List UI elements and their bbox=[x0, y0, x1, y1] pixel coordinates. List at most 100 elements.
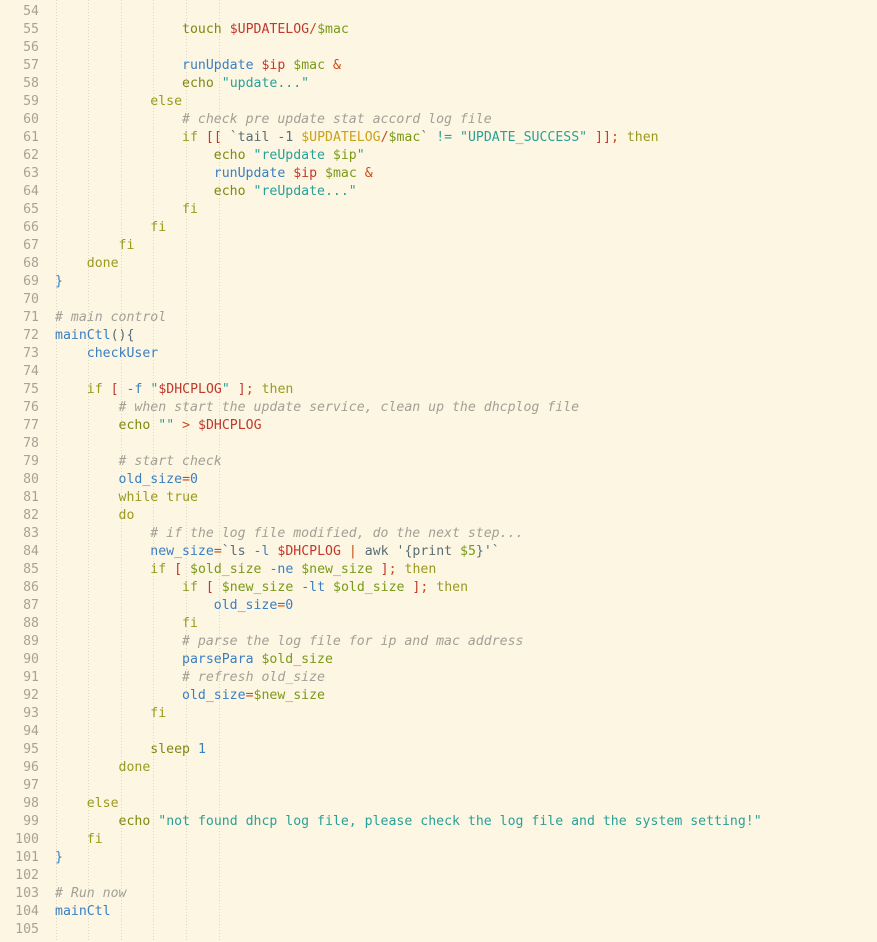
code-line[interactable] bbox=[55, 39, 63, 57]
code-line[interactable]: fi bbox=[55, 615, 198, 633]
code-line[interactable]: else bbox=[55, 93, 182, 111]
line-number: 96 bbox=[23, 760, 39, 775]
code-editor[interactable]: 54 55 56 57 58 59 60 61 62 63 64 65 66 67 68 69 70 71 72 73… bbox=[0, 0, 877, 942]
code-line[interactable]: fi bbox=[55, 831, 103, 849]
code-line[interactable] bbox=[55, 291, 63, 309]
code-line[interactable]: # parse the log file for ip and mac addr… bbox=[55, 633, 523, 651]
token-func: old_size bbox=[213, 598, 278, 613]
token-func: runUpdate bbox=[213, 166, 286, 181]
code-line[interactable]: old_size=0 bbox=[55, 597, 293, 615]
code-line[interactable]: fi bbox=[55, 201, 198, 219]
token-opt: -lt bbox=[301, 580, 326, 595]
code-line[interactable]: while true bbox=[55, 489, 198, 507]
token-brace: } bbox=[55, 274, 63, 289]
code-line[interactable]: do bbox=[55, 507, 135, 525]
token-str: "reUpdate bbox=[253, 148, 333, 163]
code-line[interactable]: runUpdate $ip $mac & bbox=[55, 165, 373, 183]
token-brk: [ bbox=[174, 562, 183, 577]
code-line[interactable]: echo "reUpdate $ip" bbox=[55, 147, 365, 165]
code-line[interactable]: parsePara $old_size bbox=[55, 651, 333, 669]
code-line[interactable]: # when start the update service, clean u… bbox=[55, 399, 580, 417]
code-line[interactable]: # Run now bbox=[55, 885, 126, 903]
code-line[interactable]: echo "update..." bbox=[55, 75, 309, 93]
code-line[interactable]: if [[ `tail -1 $UPDATELOG/$mac` != "UPDA… bbox=[55, 129, 659, 147]
line-number: 55 bbox=[23, 22, 39, 37]
code-line[interactable] bbox=[55, 867, 63, 885]
token-kw: while bbox=[118, 490, 159, 505]
code-line[interactable]: old_size=$new_size bbox=[55, 687, 325, 705]
code-line[interactable]: fi bbox=[55, 219, 166, 237]
code-line[interactable]: runUpdate $ip $mac & bbox=[55, 57, 341, 75]
code-content[interactable]: touch $UPDATELOG/$mac runUpdate $ip $mac… bbox=[55, 0, 877, 942]
code-line[interactable] bbox=[55, 435, 63, 453]
token-var2: $DHCPLOG bbox=[277, 544, 341, 559]
code-line[interactable]: mainCtl bbox=[55, 903, 111, 921]
token-str: "" bbox=[158, 418, 175, 433]
code-line[interactable]: } bbox=[55, 273, 63, 291]
token-comment: # start check bbox=[118, 454, 222, 469]
token-kw: then bbox=[261, 382, 294, 397]
code-line[interactable] bbox=[55, 921, 63, 939]
token-plain: (){ bbox=[110, 328, 135, 343]
line-number: 92 bbox=[23, 688, 39, 703]
code-line[interactable]: # refresh old_size bbox=[55, 669, 325, 687]
code-line[interactable]: fi bbox=[55, 705, 166, 723]
token-builtin: touch bbox=[182, 22, 222, 37]
code-line[interactable]: new_size=`ls -l $DHCPLOG | awk '{print $… bbox=[55, 543, 500, 561]
token-kw: then bbox=[436, 580, 469, 595]
code-line[interactable]: done bbox=[55, 759, 151, 777]
line-number: 80 bbox=[23, 472, 39, 487]
code-line[interactable]: fi bbox=[55, 237, 135, 255]
code-line[interactable]: done bbox=[55, 255, 119, 273]
line-number: 82 bbox=[23, 508, 39, 523]
token-op: ; bbox=[610, 130, 619, 145]
code-line[interactable]: checkUser bbox=[55, 345, 158, 363]
line-number: 83 bbox=[23, 526, 39, 541]
code-line[interactable]: echo "reUpdate..." bbox=[55, 183, 357, 201]
token-brk: [ bbox=[110, 382, 119, 397]
code-line[interactable]: if [ $old_size -ne $new_size ]; then bbox=[55, 561, 436, 579]
code-line[interactable]: touch $UPDATELOG/$mac bbox=[55, 21, 349, 39]
token-plain: }'` bbox=[475, 544, 500, 559]
code-line[interactable] bbox=[55, 777, 63, 795]
code-line[interactable]: } bbox=[55, 849, 63, 867]
code-line[interactable]: else bbox=[55, 795, 119, 813]
code-line[interactable] bbox=[55, 3, 63, 21]
token-var2: $ip bbox=[293, 166, 318, 181]
line-number: 79 bbox=[23, 454, 39, 469]
code-line[interactable] bbox=[55, 363, 63, 381]
line-number: 65 bbox=[23, 202, 39, 217]
code-line[interactable]: old_size=0 bbox=[55, 471, 198, 489]
code-line[interactable]: # start check bbox=[55, 453, 222, 471]
token-var: $ip bbox=[332, 148, 357, 163]
code-line[interactable]: # if the log file modified, do the next … bbox=[55, 525, 523, 543]
token-builtin: echo bbox=[118, 418, 151, 433]
code-line[interactable]: if [ -f "$DHCPLOG" ]; then bbox=[55, 381, 294, 399]
code-line[interactable]: # main control bbox=[55, 309, 166, 327]
code-line[interactable]: echo "not found dhcp log file, please ch… bbox=[55, 813, 762, 831]
code-line[interactable]: mainCtl(){ bbox=[55, 327, 134, 345]
code-line[interactable]: if [ $new_size -lt $old_size ]; then bbox=[55, 579, 468, 597]
code-line[interactable]: echo "" > $DHCPLOG bbox=[55, 417, 262, 435]
code-line[interactable]: # check pre update stat accord log file bbox=[55, 111, 492, 129]
line-number: 87 bbox=[23, 598, 39, 613]
token-plain: ` bbox=[420, 130, 437, 145]
line-number: 105 bbox=[15, 922, 39, 937]
line-number: 97 bbox=[23, 778, 39, 793]
token-op: = bbox=[245, 688, 254, 703]
token-op: ; bbox=[388, 562, 397, 577]
code-line[interactable] bbox=[55, 723, 63, 741]
code-line[interactable]: sleep 1 bbox=[55, 741, 206, 759]
token-func: checkUser bbox=[86, 346, 159, 361]
